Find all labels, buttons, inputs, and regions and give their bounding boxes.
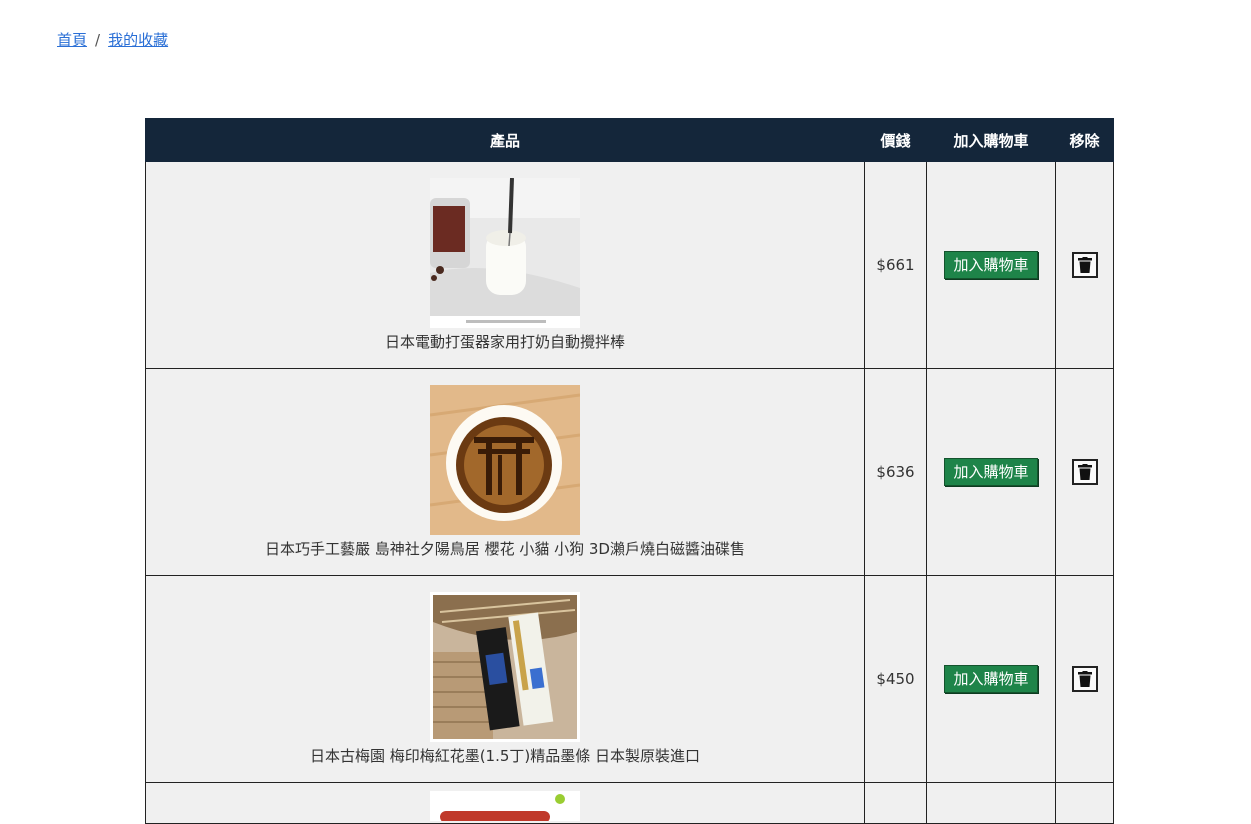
header-price: 價錢: [864, 118, 927, 162]
product-price: $450: [876, 670, 915, 688]
add-to-cart-button[interactable]: 加入購物車: [944, 251, 1038, 279]
cart-cell: [926, 782, 1056, 824]
product-name[interactable]: 日本古梅園 梅印梅紅花墨(1.5丁)精品墨條 日本製原裝進口: [146, 746, 864, 766]
trash-icon: [1077, 671, 1092, 687]
table-row: [145, 782, 1114, 824]
header-remove: 移除: [1055, 118, 1114, 162]
remove-button[interactable]: [1071, 459, 1098, 485]
cart-cell: 加入購物車: [926, 161, 1056, 369]
cart-cell: 加入購物車: [926, 368, 1056, 576]
product-image-soy-dish[interactable]: [430, 385, 580, 535]
table-row: 日本巧手工藝嚴 島神社夕陽鳥居 櫻花 小貓 小狗 3D瀨戶燒白磁醬油碟售 $63…: [145, 368, 1114, 576]
trash-icon: [1077, 257, 1092, 273]
remove-cell: [1055, 368, 1114, 576]
product-cell: 日本電動打蛋器家用打奶自動攪拌棒: [145, 161, 865, 369]
product-name[interactable]: 日本電動打蛋器家用打奶自動攪拌棒: [146, 332, 864, 352]
product-price: $636: [876, 463, 915, 481]
price-cell: $636: [864, 368, 927, 576]
breadcrumb-home-link[interactable]: 首頁: [57, 31, 87, 49]
product-name[interactable]: 日本巧手工藝嚴 島神社夕陽鳥居 櫻花 小貓 小狗 3D瀨戶燒白磁醬油碟售: [146, 539, 864, 559]
table-header-row: 產品 價錢 加入購物車 移除: [145, 118, 1114, 162]
breadcrumb-separator: /: [95, 31, 101, 49]
product-cell: 日本巧手工藝嚴 島神社夕陽鳥居 櫻花 小貓 小狗 3D瀨戶燒白磁醬油碟售: [145, 368, 865, 576]
product-image-partial[interactable]: [430, 791, 580, 821]
add-to-cart-button[interactable]: 加入購物車: [944, 458, 1038, 486]
favorites-table: 產品 價錢 加入購物車 移除 日本電動打蛋器家用打奶自動攪拌棒 $661 加入購…: [145, 118, 1114, 824]
remove-button[interactable]: [1071, 252, 1098, 278]
add-to-cart-button[interactable]: 加入購物車: [944, 665, 1038, 693]
table-row: 日本古梅園 梅印梅紅花墨(1.5丁)精品墨條 日本製原裝進口 $450 加入購物…: [145, 575, 1114, 783]
price-cell: $450: [864, 575, 927, 783]
header-add-to-cart: 加入購物車: [926, 118, 1056, 162]
remove-cell: [1055, 161, 1114, 369]
table-row: 日本電動打蛋器家用打奶自動攪拌棒 $661 加入購物車: [145, 161, 1114, 369]
product-image-milk-frother[interactable]: [430, 178, 580, 328]
trash-icon: [1077, 464, 1092, 480]
product-cell: 日本古梅園 梅印梅紅花墨(1.5丁)精品墨條 日本製原裝進口: [145, 575, 865, 783]
product-price: $661: [876, 256, 915, 274]
remove-cell: [1055, 782, 1114, 824]
price-cell: $661: [864, 161, 927, 369]
product-cell: [145, 782, 865, 824]
remove-button[interactable]: [1071, 666, 1098, 692]
header-product: 產品: [145, 118, 865, 162]
price-cell: [864, 782, 927, 824]
breadcrumb-favorites-link[interactable]: 我的收藏: [108, 31, 168, 49]
product-image-ink-stick[interactable]: [430, 592, 580, 742]
remove-cell: [1055, 575, 1114, 783]
cart-cell: 加入購物車: [926, 575, 1056, 783]
breadcrumb: 首頁 / 我的收藏: [57, 29, 168, 51]
